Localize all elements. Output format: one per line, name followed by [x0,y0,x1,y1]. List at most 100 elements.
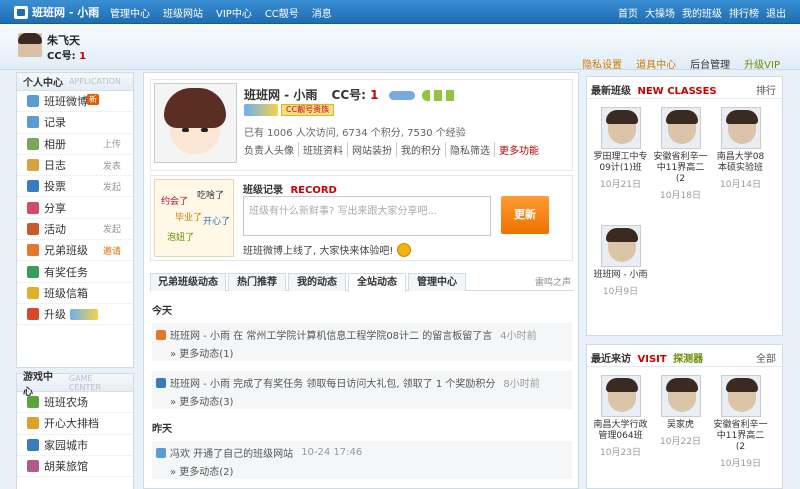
card-name[interactable]: 安徽省利辛一中11界高二(2 [653,152,708,185]
site-logo[interactable]: 班班网 - 小雨 [14,4,99,20]
feed-item-text[interactable]: 班班网 - 小雨 完成了有奖任务 领取每日访问大礼包, 领取了 1 个奖励积分 [170,375,495,390]
nav-playground[interactable]: 大操场 [645,5,675,20]
card-name[interactable]: 班班网 - 小雨 [593,270,648,281]
game-item[interactable]: 班班农场 [17,392,133,414]
card-date: 10月14日 [720,180,761,190]
record-input[interactable]: 班级有什么新鲜事? 写出来跟大家分享吧... [243,196,491,236]
avatar[interactable] [600,375,641,417]
avatar[interactable] [720,375,761,417]
tab-my-activity[interactable]: 我的动态 [288,273,346,291]
top-navigation-bar: 班班网 - 小雨 管理中心 班级网站 VIP中心 CC靓号 消息 首页 大操场 … [0,0,800,24]
profile-link-privacy[interactable]: 隐私筛选 [445,142,494,157]
game-item[interactable]: 开心大排档 [17,413,133,435]
sidebar-item[interactable]: 升级 [17,304,133,326]
sidebar-item-action[interactable]: 邀请 [103,244,121,257]
avatar[interactable] [720,107,761,149]
sidebar-item-icon [27,265,39,278]
sidebar-item[interactable]: 班级信箱 [17,283,133,304]
vip-badge-icon[interactable] [244,104,278,116]
props-center-link[interactable]: 道具中心 [636,56,676,71]
new-class-card[interactable]: 南昌大学08本硕实验班 10月14日 [713,107,768,190]
avatar[interactable] [600,107,641,149]
nav-cc-number[interactable]: CC靓号 [265,5,299,20]
nav-my-class[interactable]: 我的班级 [682,5,722,20]
privacy-settings-link[interactable]: 隐私设置 [582,56,622,71]
sidebar-item-action[interactable]: 上传 [103,137,121,150]
tab-management[interactable]: 管理中心 [408,273,466,291]
view-all-link[interactable]: 全部 [756,350,776,365]
admin-link[interactable]: 后台管理 [690,56,730,71]
nav-home[interactable]: 首页 [618,5,638,20]
card-name[interactable]: 南昌大学行政管理064班 [593,420,648,442]
sidebar-item-action[interactable]: 发表 [103,159,121,172]
profile-card: 班班网 - 小雨 CC号: 1 CC靓号贵族 已有 1006 人次访问, 673… [150,79,573,171]
sidebar-item[interactable]: 投票 发起 [17,176,133,198]
nav-management-center[interactable]: 管理中心 [110,5,150,20]
visitor-card[interactable]: 南昌大学行政管理064班 10月23日 [593,375,648,458]
nav-messages[interactable]: 消息 [312,5,332,20]
game-icon [27,438,39,451]
profile-link-points[interactable]: 我的积分 [396,142,445,157]
feed-item-text[interactable]: 冯欢 开通了自己的班级网站 [170,445,293,460]
feed-item-text[interactable]: 班班网 - 小雨 在 常州工学院计算机信息工程学院08计二 的留言板留了言 [170,327,492,342]
avatar[interactable] [18,33,42,57]
card-name[interactable]: 安徽省利辛一中11界高二(2 [713,420,768,453]
profile-link-more[interactable]: 更多功能 [494,142,543,157]
new-class-card[interactable]: 安徽省利辛一中11界高二(2 10月18日 [653,107,708,201]
nav-ranking[interactable]: 排行榜 [729,5,759,20]
nav-vip-center[interactable]: VIP中心 [216,5,252,20]
card-name[interactable]: 南昌大学08本硕实验班 [713,152,768,174]
sidebar-item[interactable]: 相册 上传 [17,134,133,155]
profile-avatar[interactable] [154,83,237,163]
upgrade-vip-link[interactable]: 升级VIP [744,56,780,71]
sidebar-item[interactable]: 分享 [17,197,133,219]
thunder-voice-link[interactable]: 雷鸣之声 [535,275,571,288]
tab-site-activity[interactable]: 全站动态 [348,273,406,292]
ranking-link[interactable]: 排行 [756,82,776,97]
new-class-card[interactable]: 罗田理工中专09计(1)班 10月21日 [593,107,648,190]
card-date: 10月18日 [660,191,701,201]
sidebar-item[interactable]: 日志 发表 [17,155,133,177]
feed-more-link[interactable]: » 更多动态(2) [170,463,572,478]
sidebar-item-icon [27,308,39,321]
card-name[interactable]: 罗田理工中专09计(1)班 [593,152,648,174]
avatar[interactable] [660,107,701,149]
game-item-label: 胡莱旅馆 [44,460,88,474]
avatar[interactable] [660,375,701,417]
profile-link-decorate[interactable]: 网站装扮 [347,142,396,157]
sidebar-item[interactable]: 活动 发起 [17,219,133,241]
sidebar-item-label: 兄弟班级 [44,244,88,258]
record-tip-text[interactable]: 班班微博上线了, 大家快来体验吧! [243,242,393,257]
feed-more-link[interactable]: » 更多动态(3) [170,393,572,408]
update-button[interactable]: 更新 [501,196,549,234]
sidebar-item[interactable]: 班班微博新 [17,91,133,113]
user-name[interactable]: 朱飞天 [47,32,80,48]
sidebar-item[interactable]: 兄弟班级 邀请 [17,240,133,262]
detector-link[interactable]: 探测器 [673,354,703,365]
cc-noble-badge[interactable]: CC靓号贵族 [281,104,335,116]
game-item[interactable]: 家园城市 [17,435,133,456]
profile-link-info[interactable]: 班班资料 [298,142,347,157]
new-class-card[interactable]: 班班网 - 小雨 10月9日 [593,225,648,297]
game-item[interactable]: 胡莱旅馆 [17,456,133,478]
nav-class-website[interactable]: 班级网站 [163,5,203,20]
record-tip: 班班微博上线了, 大家快来体验吧! [243,242,412,257]
visitor-card[interactable]: 安徽省利辛一中11界高二(2 10月19日 [713,375,768,469]
new-classes-title: 最新班级 [591,86,631,97]
sidebar-item-action[interactable]: 发起 [103,222,121,235]
card-name[interactable]: 吴家虎 [653,420,708,431]
recent-visits-header: 最近来访 VISIT 探测器 全部 [587,345,782,367]
avatar[interactable] [600,225,641,267]
game-center-title: 游戏中心 GAME CENTER [17,372,133,398]
sidebar-item[interactable]: 有奖任务 [17,261,133,283]
sidebar-item[interactable]: 记录 [17,112,133,134]
feed-day-heading: 昨天 [152,424,172,435]
feed-more-link[interactable]: » 更多动态(1) [170,345,572,360]
tab-hot[interactable]: 热门推荐 [228,273,286,291]
profile-link-avatar[interactable]: 负责人头像 [244,142,298,157]
tab-brother-class[interactable]: 兄弟班级动态 [150,273,226,291]
sidebar-item-action[interactable]: 发起 [103,180,121,193]
visitor-card[interactable]: 吴家虎 10月22日 [653,375,708,447]
sidebar-item-icon [27,286,39,299]
nav-logout[interactable]: 退出 [766,5,786,20]
